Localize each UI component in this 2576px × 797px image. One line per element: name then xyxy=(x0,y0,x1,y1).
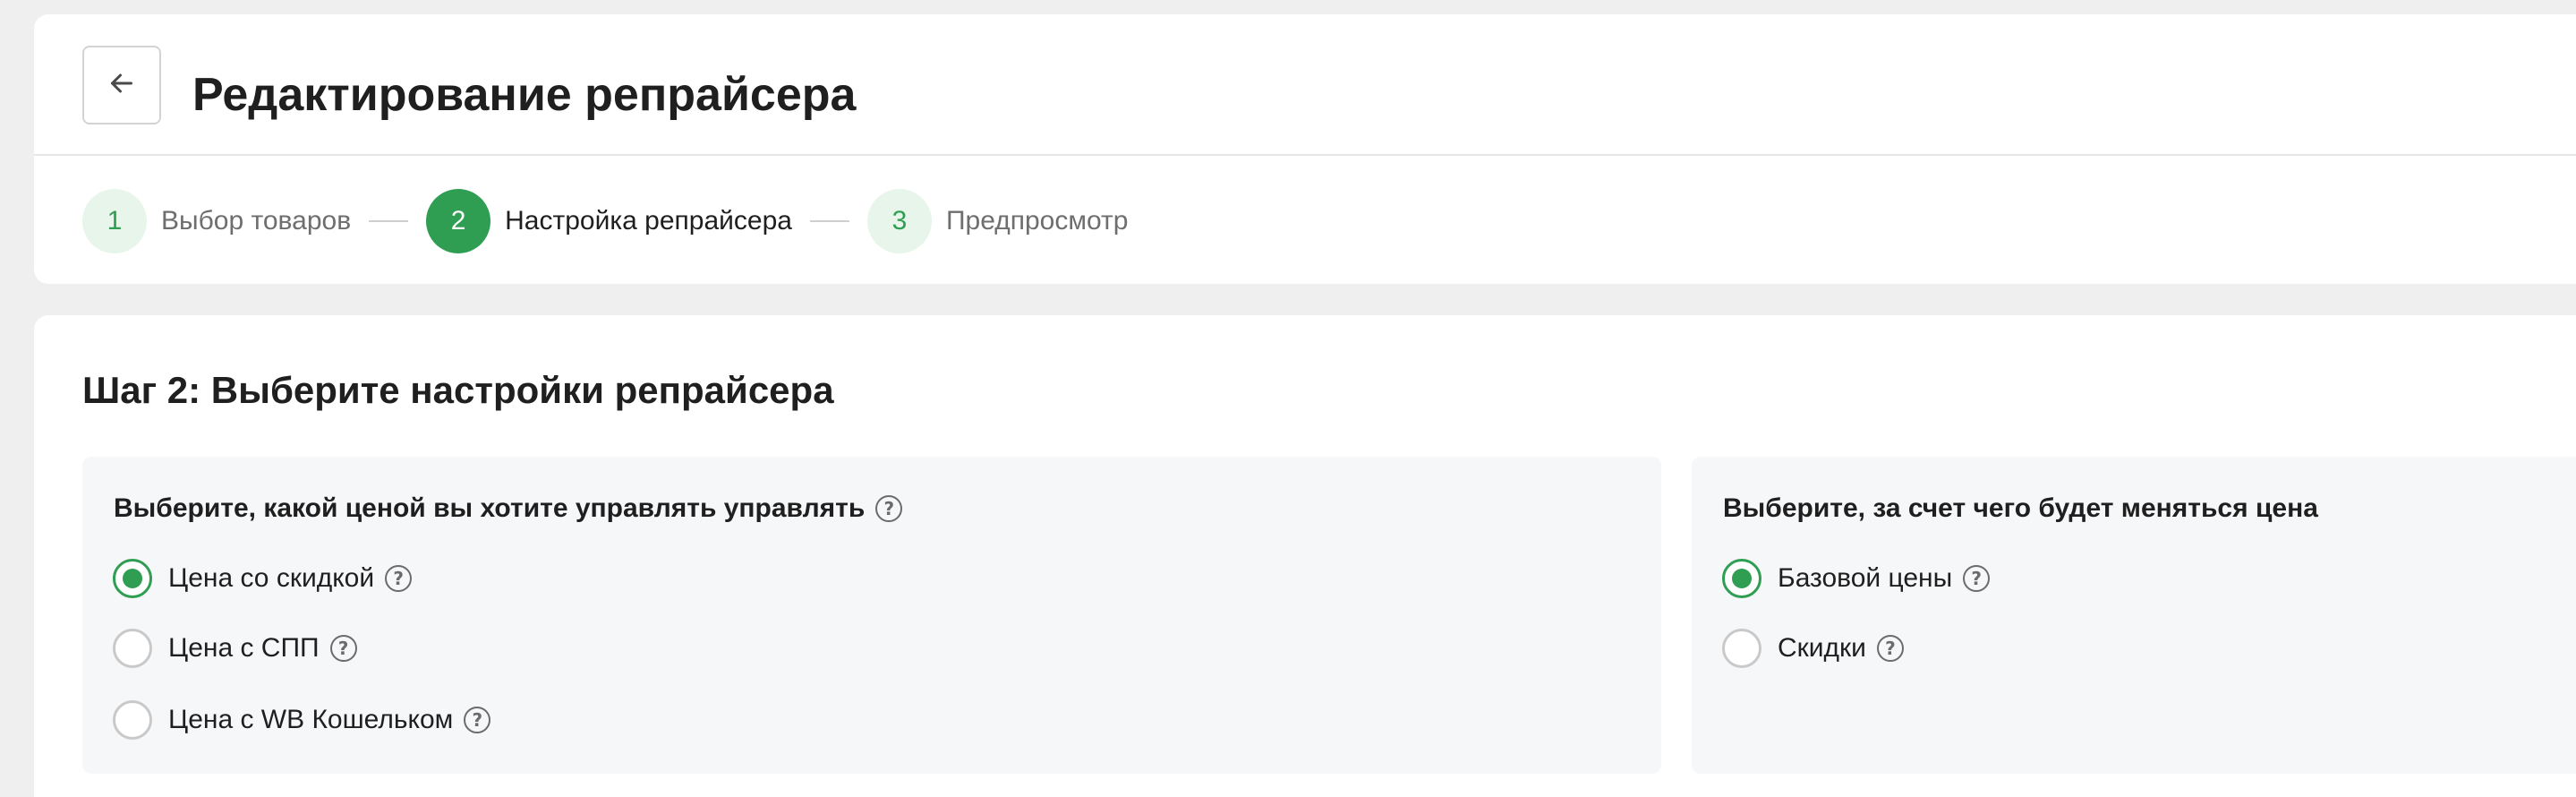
radio-label: Цена со скидкой xyxy=(168,563,375,593)
radio-button[interactable] xyxy=(113,700,152,740)
step-number: 2 xyxy=(426,189,491,253)
radio-label: Цена с WB Кошельком xyxy=(168,705,454,734)
page-title: Редактирование репрайсера xyxy=(192,69,857,121)
radio-option-discount-price[interactable]: Цена со скидкой ? xyxy=(113,558,413,599)
radio-label: Скидки xyxy=(1778,633,1866,663)
radio-button[interactable] xyxy=(113,629,152,668)
radio-option-spp-price[interactable]: Цена с СПП ? xyxy=(113,628,357,669)
price-type-title-text: Выберите, какой ценой вы хотите управлят… xyxy=(114,493,866,523)
radio-option-base-price[interactable]: Базовой цены ? xyxy=(1722,558,1991,599)
section-title: Шаг 2: Выберите настройки репрайсера xyxy=(82,369,834,411)
arrow-left-icon xyxy=(106,67,138,104)
change-source-title-text: Выберите, за счет чего будет меняться це… xyxy=(1723,493,2318,523)
price-type-title: Выберите, какой ценой вы хотите управлят… xyxy=(114,491,903,527)
help-icon[interactable]: ? xyxy=(1963,565,1991,592)
help-icon[interactable]: ? xyxy=(1876,635,1904,662)
step-separator xyxy=(369,220,409,222)
step-label: Настройка репрайсера xyxy=(505,206,792,236)
step-preview[interactable]: 3 Предпросмотр xyxy=(866,189,1129,253)
change-source-panel: Выберите, за счет чего будет меняться це… xyxy=(1692,457,2576,774)
change-source-title: Выберите, за счет чего будет меняться це… xyxy=(1723,491,2318,527)
radio-option-discount[interactable]: Скидки ? xyxy=(1722,628,1904,669)
price-type-panel: Выберите, какой ценой вы хотите управлят… xyxy=(82,457,1661,774)
radio-button-checked[interactable] xyxy=(113,559,152,598)
step-repricer-settings[interactable]: 2 Настройка репрайсера xyxy=(426,189,792,253)
step-separator xyxy=(809,220,849,222)
radio-option-wb-wallet-price[interactable]: Цена с WB Кошельком ? xyxy=(113,699,491,741)
header-card: Редактирование репрайсера 1 Выбор товаро… xyxy=(34,14,2576,284)
step-number: 1 xyxy=(82,189,147,253)
stepper: 1 Выбор товаров 2 Настройка репрайсера 3… xyxy=(82,189,1128,253)
header-top: Редактирование репрайсера xyxy=(34,14,2576,156)
help-icon[interactable]: ? xyxy=(385,565,413,592)
radio-button-checked[interactable] xyxy=(1722,559,1761,598)
help-icon[interactable]: ? xyxy=(875,495,903,522)
step-label: Выбор товаров xyxy=(161,206,352,236)
help-icon[interactable]: ? xyxy=(329,635,357,662)
step-label: Предпросмотр xyxy=(945,206,1129,236)
radio-label: Цена с СПП xyxy=(168,633,320,663)
back-button[interactable] xyxy=(82,46,161,124)
step-select-products[interactable]: 1 Выбор товаров xyxy=(82,189,351,253)
settings-card: Шаг 2: Выберите настройки репрайсера Выб… xyxy=(34,315,2576,797)
help-icon[interactable]: ? xyxy=(464,707,491,733)
step-number: 3 xyxy=(866,189,932,253)
radio-label: Базовой цены xyxy=(1778,563,1953,593)
radio-button[interactable] xyxy=(1722,629,1761,668)
